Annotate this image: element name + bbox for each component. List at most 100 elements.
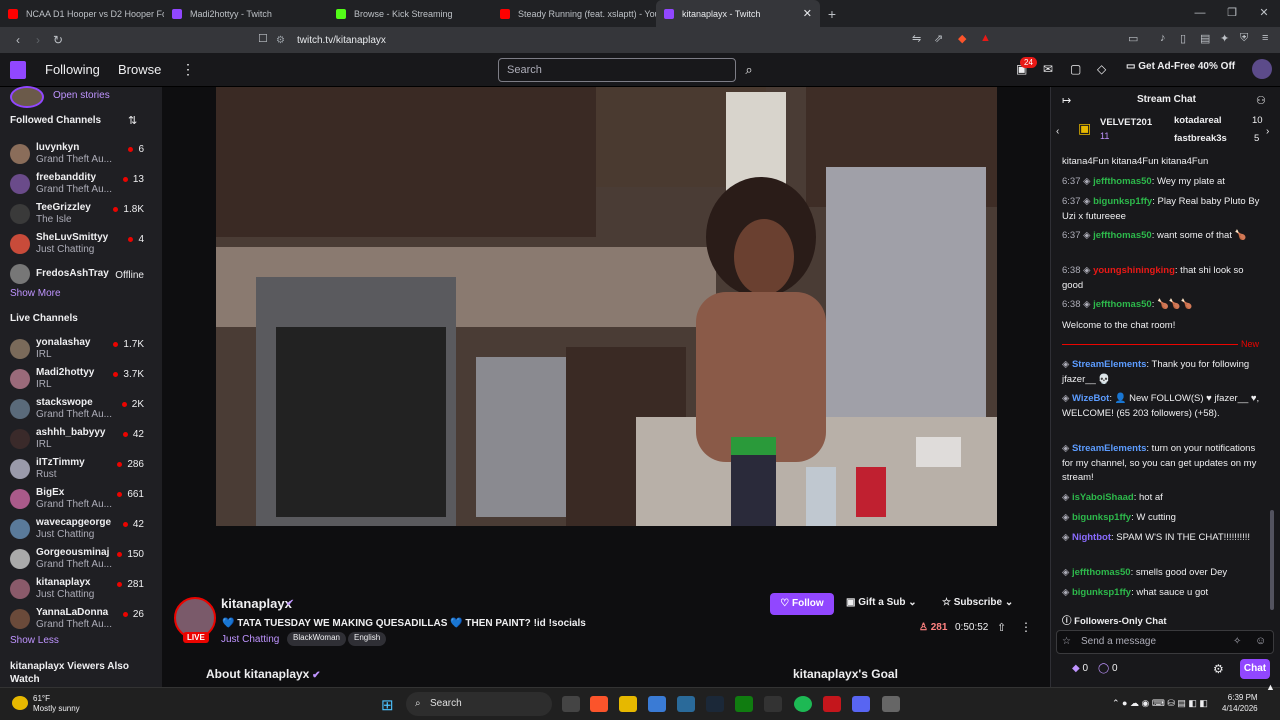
follow-button[interactable]: ♡ Follow: [770, 593, 834, 615]
brave-shield-icon[interactable]: ◆: [958, 32, 966, 45]
sidebar-channel-gorgeousminaj[interactable]: Gorgeousminaj Grand Theft Au... 150: [0, 545, 160, 575]
gift-sub-button[interactable]: ▣ Gift a Sub ⌄: [846, 597, 917, 608]
search-input[interactable]: Search: [498, 58, 736, 82]
xbox-icon[interactable]: [735, 696, 753, 712]
chat-username[interactable]: StreamElements: [1072, 359, 1146, 370]
user-avatar[interactable]: [1252, 59, 1272, 79]
sidebar-channel-bigex[interactable]: BigEx Grand Theft Au... 661: [0, 485, 160, 515]
sidebar-channel-luvynkyn[interactable]: luvynkyn Grand Theft Au... 6: [0, 140, 160, 170]
reload-icon[interactable]: ↻: [48, 33, 68, 47]
close-tab-icon[interactable]: ✕: [803, 7, 812, 20]
sparkle-icon[interactable]: ✧: [1233, 636, 1241, 647]
steam-icon[interactable]: [706, 696, 724, 712]
settings-icon[interactable]: [882, 696, 900, 712]
share-icon[interactable]: ⇗: [934, 32, 943, 45]
whispers-icon[interactable]: ▢: [1070, 62, 1081, 76]
sort-icon[interactable]: ⇅: [128, 114, 137, 127]
search-icon[interactable]: ⌕: [738, 58, 760, 82]
store-icon[interactable]: [677, 696, 695, 712]
spotify-icon[interactable]: [794, 696, 812, 712]
stories-avatar[interactable]: [10, 86, 44, 108]
close-window-icon[interactable]: ✕: [1248, 0, 1280, 27]
browser-tab[interactable]: Steady Running (feat. xslaptt) - YouTu: [492, 0, 656, 27]
sidebar-channel-kitanaplayx[interactable]: kitanaplayx Just Chatting 281: [0, 575, 160, 605]
collapse-chat-icon[interactable]: ↦: [1062, 94, 1071, 107]
menu-icon[interactable]: ≡: [1262, 32, 1268, 44]
get-ad-free-button[interactable]: ▭ Get Ad-Free 40% Off: [1126, 61, 1235, 72]
category-link[interactable]: Just Chatting: [221, 634, 279, 645]
share-icon[interactable]: ⇧: [997, 621, 1006, 634]
gifter-name[interactable]: fastbreak3s: [1174, 133, 1227, 144]
open-stories-link[interactable]: Open stories: [53, 90, 110, 101]
browser-tab[interactable]: NCAA D1 Hooper vs D2 Hooper For: [0, 0, 164, 27]
nav-browse[interactable]: Browse: [118, 62, 161, 77]
sidebar-channel-stackswope[interactable]: stackswope Grand Theft Au... 2K: [0, 395, 160, 425]
vpn-icon[interactable]: ⛨: [1240, 32, 1248, 45]
site-info-icon[interactable]: ⚙: [276, 35, 285, 46]
show-less-link[interactable]: Show Less: [10, 635, 59, 646]
channel-name[interactable]: kitanaplayx: [221, 596, 292, 611]
new-tab-button[interactable]: +: [820, 6, 844, 22]
show-more-link[interactable]: Show More: [10, 288, 61, 299]
gifter-name[interactable]: kotadareal: [1174, 115, 1222, 126]
chat-username[interactable]: youngshiningking: [1093, 265, 1175, 276]
taskbar-clock[interactable]: 6:39 PM 4/14/2026: [1222, 692, 1258, 714]
url-field[interactable]: ⚙ twitch.tv/kitanaplayx: [276, 30, 886, 50]
sidebar-channel-fredosashtray[interactable]: FredosAshTray Offline: [0, 260, 160, 290]
discord-icon[interactable]: [852, 696, 870, 712]
chat-username[interactable]: bigunksp1ffy: [1072, 512, 1131, 523]
tray-icons[interactable]: ⌃ ● ☁ ◉ ⌨ ⛁ ▤ ◧ ◧: [1112, 698, 1208, 709]
maximize-icon[interactable]: ❐: [1216, 0, 1248, 27]
nav-following[interactable]: Following: [45, 62, 100, 77]
sidebar-channel-ashhh_babyyy[interactable]: ashhh_babyyy IRL 42: [0, 425, 160, 455]
browser-tab[interactable]: Browse - Kick Streaming: [328, 0, 492, 27]
chat-send-button[interactable]: Chat: [1240, 659, 1270, 679]
github-icon[interactable]: [764, 696, 782, 712]
chat-settings-icon[interactable]: ⚙: [1213, 662, 1224, 676]
chat-scrollbar[interactable]: [1270, 510, 1274, 610]
chat-username[interactable]: bigunksp1ffy: [1072, 587, 1131, 598]
chat-username[interactable]: Nightbot: [1072, 532, 1111, 543]
sidebar-channel-freebanddity[interactable]: freebanddity Grand Theft Au... 13: [0, 170, 160, 200]
taskbar-search[interactable]: Search: [406, 692, 552, 716]
sidebar-channel-teegrizzley[interactable]: TeeGrizzley The Isle 1.8K: [0, 200, 160, 230]
sidebar-channel-yannaladonna[interactable]: YannaLaDonna Grand Theft Au... 26: [0, 605, 160, 635]
more-options-icon[interactable]: ⋮: [1020, 620, 1032, 634]
sidebar-channel-yonalashay[interactable]: yonalashay IRL 1.7K: [0, 335, 160, 365]
community-icon[interactable]: ⚇: [1256, 94, 1266, 107]
weather-widget[interactable]: 61°F Mostly sunny: [33, 694, 80, 714]
wallet-icon[interactable]: ▤: [1200, 32, 1210, 45]
music-icon[interactable]: ♪: [1160, 32, 1166, 44]
sidebar-channel-iitztimmy[interactable]: iITzTimmy Rust 286: [0, 455, 160, 485]
star-icon[interactable]: ☆: [1062, 636, 1071, 647]
chat-username[interactable]: jeffthomas50: [1093, 230, 1152, 241]
chevron-right-icon[interactable]: ›: [1266, 126, 1269, 137]
chat-username[interactable]: isYaboiShaad: [1072, 492, 1134, 503]
chat-username[interactable]: jeffthomas50: [1093, 176, 1152, 187]
channel-points[interactable]: ◆ 0 ◯ 0: [1072, 663, 1118, 674]
brave-icon[interactable]: [590, 696, 608, 712]
twitch-logo-icon[interactable]: [10, 61, 26, 79]
sidebar-icon[interactable]: ▯: [1180, 32, 1186, 45]
chat-username[interactable]: jeffthomas50: [1093, 299, 1152, 310]
more-menu-icon[interactable]: ⋮: [181, 61, 195, 78]
gifter-name[interactable]: VELVET201: [1100, 117, 1152, 128]
emote-icon[interactable]: ☺: [1255, 635, 1266, 647]
adobe-icon[interactable]: [823, 696, 841, 712]
copilot-icon[interactable]: [648, 696, 666, 712]
inbox-icon[interactable]: ✉: [1043, 62, 1053, 76]
video-player[interactable]: [216, 87, 997, 526]
cast-icon[interactable]: ▭: [1128, 32, 1138, 45]
rewards-icon[interactable]: ▲: [980, 32, 991, 44]
browser-tab[interactable]: Madi2hottyy - Twitch: [164, 0, 328, 27]
tag-pill[interactable]: English: [348, 632, 387, 646]
sidebar-channel-madi2hottyy[interactable]: Madi2hottyy IRL 3.7K: [0, 365, 160, 395]
chevron-left-icon[interactable]: ‹: [1056, 126, 1059, 137]
back-icon[interactable]: ‹: [8, 33, 28, 47]
minimize-icon[interactable]: —: [1184, 0, 1216, 27]
forward-icon[interactable]: ›: [28, 33, 48, 47]
file-explorer-icon[interactable]: [619, 696, 637, 712]
subscribe-button[interactable]: ☆ Subscribe ⌄: [942, 597, 1013, 608]
task-view-icon[interactable]: [562, 696, 580, 712]
translate-icon[interactable]: ⇋: [912, 32, 921, 45]
